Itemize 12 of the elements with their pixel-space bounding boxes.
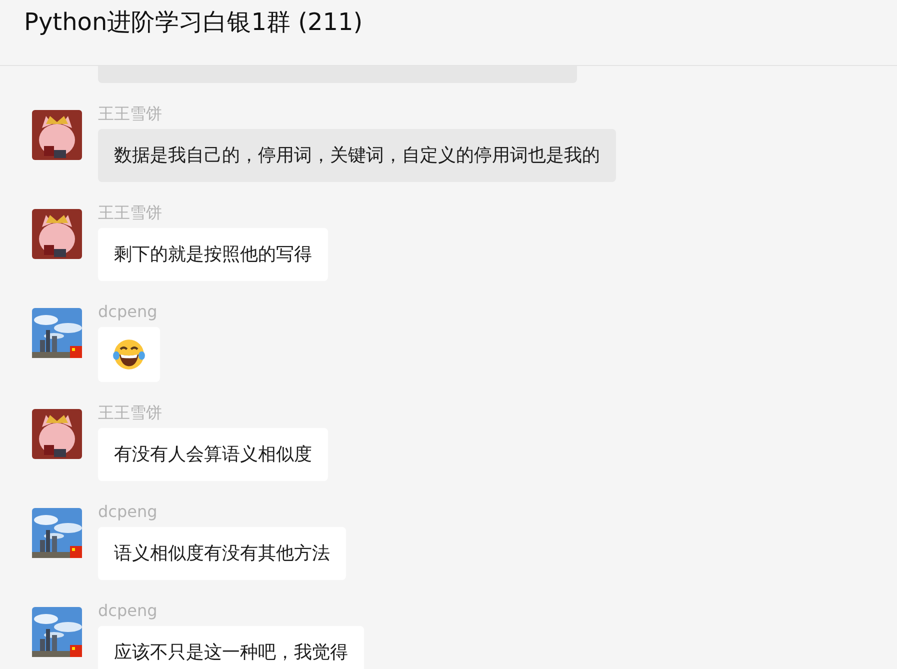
message-bubble: 语义相似度有没有其他方法 (98, 527, 346, 580)
window-title: Python进阶学习白银1群 (211) (24, 8, 363, 36)
message-bubble: 有没有人会算语义相似度 (98, 428, 328, 481)
sender-name: dcpeng (98, 301, 158, 323)
message-bubble: 剩下的就是按照他的写得 (98, 228, 328, 281)
message-bubble: 应该不只是这一种吧，我觉得 (98, 626, 364, 669)
sender-name: 王王雪饼 (98, 402, 162, 424)
sender-name: 王王雪饼 (98, 202, 162, 224)
message-bubble: 数据是我自己的，停用词，关键词，自定义的停用词也是我的 (98, 129, 616, 182)
sender-name: 王王雪饼 (98, 103, 162, 125)
sender-name: dcpeng (98, 600, 158, 622)
sender-name: dcpeng (98, 501, 158, 523)
